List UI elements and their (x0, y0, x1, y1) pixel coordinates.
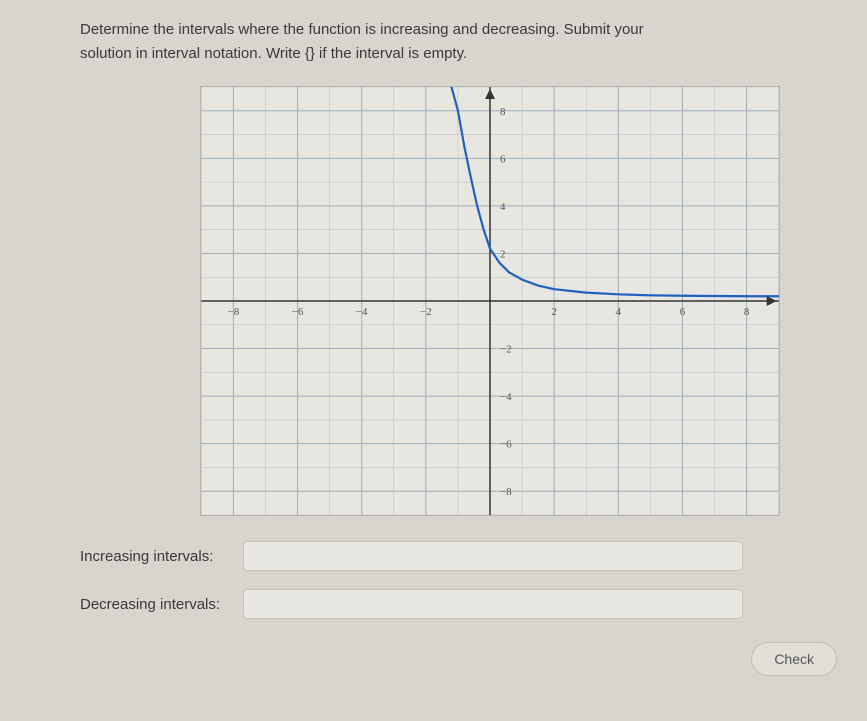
svg-text:−2: −2 (500, 344, 512, 356)
svg-text:4: 4 (500, 201, 506, 213)
function-graph: −8 −6 −4 −2 2 4 6 8 −8 −6 −4 −2 2 4 6 8 (200, 86, 780, 516)
decreasing-label: Decreasing intervals: (80, 596, 235, 613)
chart-svg: −8 −6 −4 −2 2 4 6 8 −8 −6 −4 −2 2 4 6 8 (201, 87, 779, 515)
svg-text:−8: −8 (228, 306, 240, 318)
increasing-label: Increasing intervals: (80, 548, 235, 565)
svg-text:−8: −8 (500, 486, 512, 498)
check-button[interactable]: Check (751, 642, 837, 676)
svg-text:8: 8 (744, 306, 750, 318)
increasing-row: Increasing intervals: (80, 541, 847, 571)
svg-text:−2: −2 (420, 306, 432, 318)
svg-text:6: 6 (500, 153, 506, 165)
question-line1: Determine the intervals where the functi… (80, 21, 644, 38)
svg-text:−6: −6 (292, 306, 304, 318)
question-line2: solution in interval notation. Write {} … (80, 45, 467, 62)
decreasing-input[interactable] (243, 589, 743, 619)
question-text: Determine the intervals where the functi… (80, 18, 780, 66)
svg-text:8: 8 (500, 106, 506, 118)
svg-text:2: 2 (551, 306, 556, 318)
decreasing-row: Decreasing intervals: (80, 589, 847, 619)
svg-text:2: 2 (500, 248, 505, 260)
svg-text:−4: −4 (500, 391, 512, 403)
svg-text:−4: −4 (356, 306, 368, 318)
svg-text:4: 4 (616, 306, 622, 318)
increasing-input[interactable] (243, 541, 743, 571)
svg-text:−6: −6 (500, 439, 512, 451)
svg-text:6: 6 (680, 306, 686, 318)
